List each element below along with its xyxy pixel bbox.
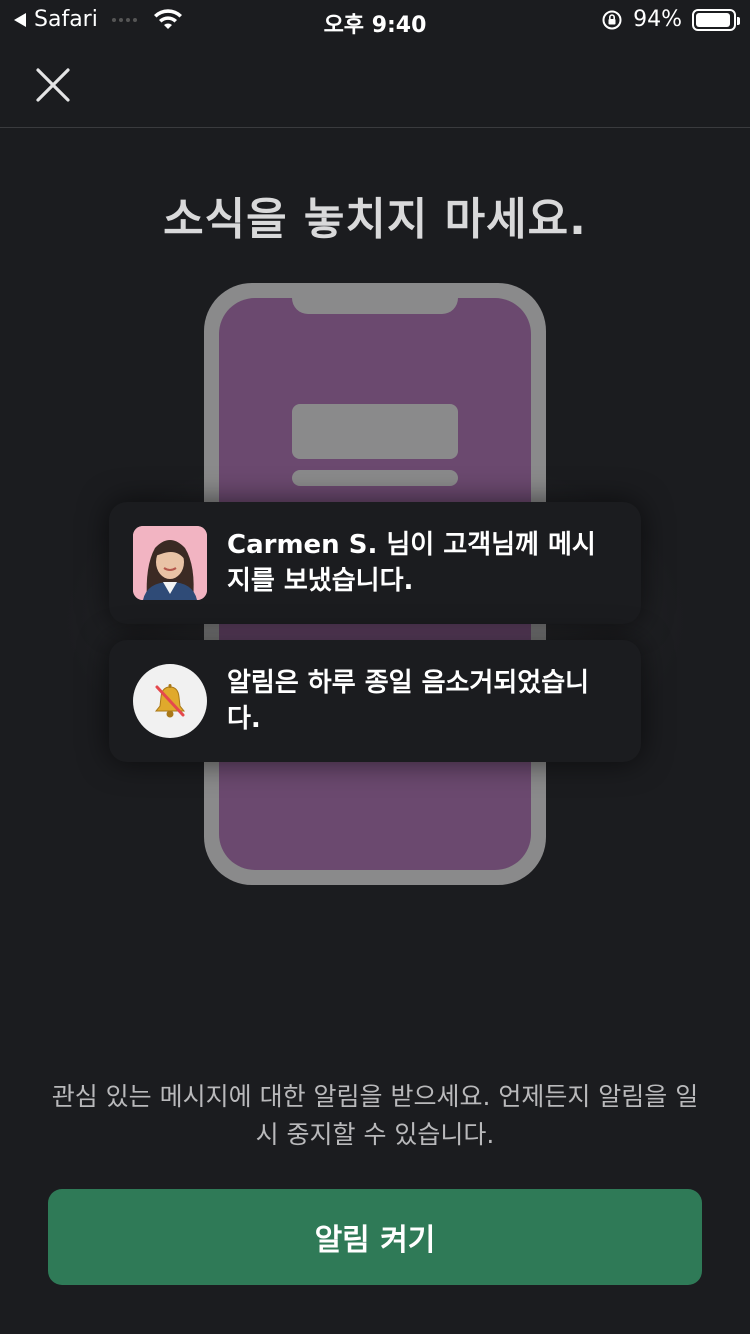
bell-muted-icon	[133, 664, 207, 738]
avatar	[133, 526, 207, 600]
close-icon[interactable]	[30, 62, 76, 108]
avatar-portrait	[133, 526, 207, 600]
battery-level	[696, 12, 730, 27]
phone-illustration-notch	[292, 283, 458, 314]
description-text: 관심 있는 메시지에 대한 알림을 받으세요. 언제든지 알림을 일시 중지할 …	[51, 1082, 699, 1149]
phone-illustration-placeholder-block	[292, 404, 458, 459]
orientation-lock-icon	[602, 10, 622, 29]
notification-card-muted: 알림은 하루 종일 음소거되었습니다.	[109, 640, 641, 762]
screen: Safari 오후 9:40 94% 소식을 놓치지 마세요. Carmen S…	[0, 0, 750, 1334]
phone-illustration-placeholder-line	[292, 470, 458, 486]
battery-percent: 94%	[633, 7, 682, 32]
notification-card-message: Carmen S. 님이 고객님께 메시지를 보냈습니다.	[109, 502, 641, 624]
enable-notifications-button[interactable]: 알림 켜기	[48, 1189, 702, 1285]
notification-muted-text: 알림은 하루 종일 음소거되었습니다.	[227, 668, 590, 734]
notification-message-text: Carmen S. 님이 고객님께 메시지를 보냈습니다.	[227, 530, 596, 596]
page-title: 소식을 놓치지 마세요.	[163, 194, 587, 245]
status-bar: Safari 오후 9:40 94%	[0, 0, 750, 42]
status-right: 94%	[601, 7, 740, 32]
nav-bar	[0, 42, 750, 128]
battery-icon	[692, 8, 740, 31]
